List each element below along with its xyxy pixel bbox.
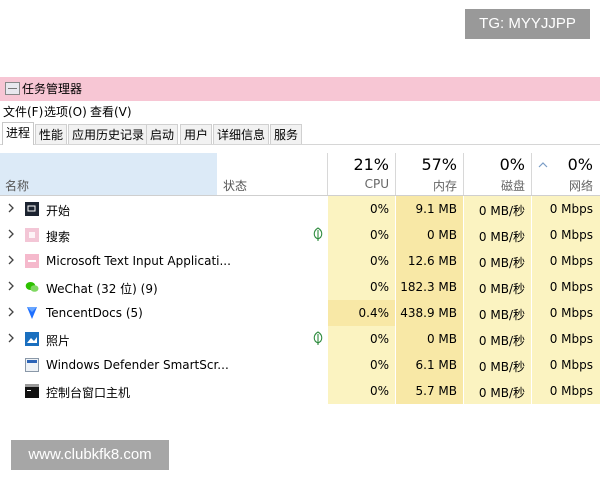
expand-chevron-icon[interactable]	[6, 332, 16, 344]
network-value: 0 Mbps	[549, 228, 593, 242]
process-name: 搜索	[46, 230, 71, 244]
process-row[interactable]: Microsoft Text Input Applicati... 0% 12.6 …	[0, 248, 600, 274]
column-network[interactable]: 网络	[543, 177, 593, 194]
defender-icon	[25, 358, 39, 372]
task-manager-icon	[5, 82, 20, 95]
cpu-percent: 21%	[353, 155, 389, 174]
tab-bar: 进程 性能 应用历史记录 启动 用户 详细信息 服务	[0, 122, 600, 145]
leaf-icon	[312, 227, 324, 242]
disk-value: 0 MB/秒	[478, 282, 525, 296]
name-header-bg	[0, 153, 217, 195]
expand-chevron-icon[interactable]	[6, 280, 16, 292]
process-row[interactable]: Windows Defender SmartScr... 0% 6.1 MB 0 MB…	[0, 352, 600, 378]
tab-startup[interactable]: 启动	[146, 124, 179, 144]
watermark-tg: TG: MYYJJPP	[465, 9, 590, 39]
expand-chevron-icon[interactable]	[6, 228, 16, 240]
process-name: 控制台窗口主机	[46, 386, 131, 400]
start-icon	[25, 202, 39, 216]
process-row[interactable]: WeChat (32 位) (9) 0% 182.3 MB 0 MB/秒 0 Mbps	[0, 274, 600, 300]
tencent-docs-icon	[25, 306, 39, 320]
leaf-icon	[312, 331, 324, 346]
tab-app-history[interactable]: 应用历史记录	[68, 124, 149, 144]
memory-value: 12.6 MB	[407, 254, 457, 268]
search-app-icon	[25, 228, 39, 242]
process-row[interactable]: 开始 0% 9.1 MB 0 MB/秒 0 Mbps	[0, 196, 600, 222]
console-icon	[25, 384, 39, 398]
process-row[interactable]: 搜索 0% 0 MB 0 MB/秒 0 Mbps	[0, 222, 600, 248]
column-name[interactable]: 名称	[5, 177, 29, 194]
disk-value: 0 MB/秒	[478, 334, 525, 348]
cpu-value: 0%	[369, 358, 389, 372]
wechat-icon	[25, 280, 39, 294]
disk-percent: 0%	[499, 155, 525, 174]
photos-icon	[25, 332, 39, 346]
column-disk[interactable]: 磁盘	[465, 177, 525, 194]
network-value: 0 Mbps	[549, 202, 593, 216]
column-memory[interactable]: 内存	[397, 177, 457, 194]
memory-percent: 57%	[421, 155, 457, 174]
column-status[interactable]: 状态	[223, 177, 247, 194]
network-value: 0 Mbps	[549, 384, 593, 398]
process-name: Windows Defender SmartScr...	[46, 358, 229, 372]
menu-file[interactable]: 文件(F)	[3, 103, 43, 120]
cpu-value: 0%	[369, 202, 389, 216]
window-title: 任务管理器	[22, 82, 83, 96]
memory-value: 182.3 MB	[400, 280, 457, 294]
expand-chevron-icon[interactable]	[6, 254, 16, 266]
menu-bar: 文件(F) 选项(O) 查看(V)	[0, 102, 600, 120]
memory-value: 5.7 MB	[415, 384, 457, 398]
column-divider	[395, 153, 396, 195]
cpu-value: 0%	[369, 254, 389, 268]
network-value: 0 Mbps	[549, 332, 593, 346]
expand-chevron-icon[interactable]	[6, 202, 16, 214]
cpu-value: 0%	[369, 280, 389, 294]
process-row[interactable]: 控制台窗口主机 0% 5.7 MB 0 MB/秒 0 Mbps	[0, 378, 600, 404]
expand-chevron-icon[interactable]	[6, 306, 16, 318]
network-value: 0 Mbps	[549, 306, 593, 320]
menu-options[interactable]: 选项(O)	[44, 103, 87, 120]
column-divider	[463, 153, 464, 195]
tab-details[interactable]: 详细信息	[213, 124, 270, 144]
column-header: 名称 状态 21% CPU 57% 内存 0% 磁盘 0% 网络	[0, 153, 600, 196]
disk-value: 0 MB/秒	[478, 230, 525, 244]
text-input-icon	[25, 254, 39, 268]
network-value: 0 Mbps	[549, 358, 593, 372]
watermark-url: www.clubkfk8.com	[11, 440, 169, 470]
tab-performance[interactable]: 性能	[35, 124, 68, 144]
network-value: 0 Mbps	[549, 254, 593, 268]
disk-value: 0 MB/秒	[478, 386, 525, 400]
memory-value: 438.9 MB	[400, 306, 457, 320]
tab-users[interactable]: 用户	[180, 124, 213, 144]
title-bar[interactable]: 任务管理器	[0, 77, 600, 101]
disk-value: 0 MB/秒	[478, 256, 525, 270]
memory-value: 9.1 MB	[415, 202, 457, 216]
memory-value: 0 MB	[426, 332, 457, 346]
memory-value: 6.1 MB	[415, 358, 457, 372]
cpu-value: 0%	[369, 228, 389, 242]
process-name: 开始	[46, 204, 71, 218]
process-row[interactable]: TencentDocs (5) 0.4% 438.9 MB 0 MB/秒 0 Mbps	[0, 300, 600, 326]
disk-value: 0 MB/秒	[478, 204, 525, 218]
process-name: TencentDocs (5)	[46, 306, 143, 320]
process-row[interactable]: 照片 0% 0 MB 0 MB/秒 0 Mbps	[0, 326, 600, 352]
column-cpu[interactable]: CPU	[329, 177, 389, 191]
process-name: WeChat (32 位) (9)	[46, 282, 158, 296]
network-percent: 0%	[567, 155, 593, 174]
disk-value: 0 MB/秒	[478, 308, 525, 322]
cpu-value: 0%	[369, 384, 389, 398]
memory-value: 0 MB	[426, 228, 457, 242]
menu-view[interactable]: 查看(V)	[90, 103, 132, 120]
tab-processes[interactable]: 进程	[2, 122, 35, 145]
disk-value: 0 MB/秒	[478, 360, 525, 374]
process-name: Microsoft Text Input Applicati...	[46, 254, 231, 268]
cpu-value: 0%	[369, 332, 389, 346]
process-name: 照片	[46, 334, 71, 348]
tab-services[interactable]: 服务	[270, 124, 303, 144]
column-divider	[327, 153, 328, 195]
cpu-value: 0.4%	[358, 306, 390, 320]
column-divider	[531, 153, 532, 195]
network-value: 0 Mbps	[549, 280, 593, 294]
